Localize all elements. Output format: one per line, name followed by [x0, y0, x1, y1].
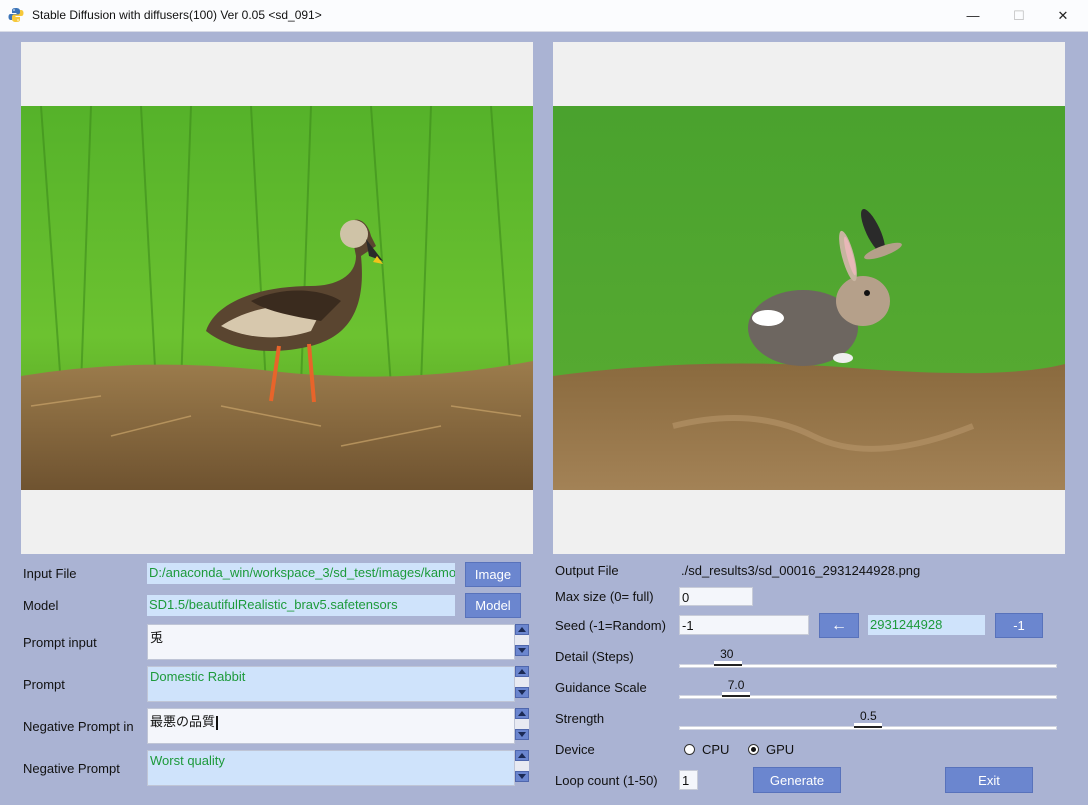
strength-label: Strength [555, 711, 605, 726]
input-file-field[interactable]: D:/anaconda_win/workspace_3/sd_test/imag… [147, 563, 455, 584]
output-file-label: Output File [555, 563, 619, 578]
seed-input[interactable]: -1 [679, 615, 809, 635]
scroll-up-arrow-icon[interactable] [515, 750, 529, 761]
prompt-label: Prompt [23, 677, 65, 692]
steps-slider-thumb[interactable] [714, 661, 743, 666]
maximize-button[interactable]: ☐ [996, 0, 1042, 31]
prompt-textarea[interactable]: Domestic Rabbit [147, 666, 515, 702]
prompt-scrollbar[interactable] [515, 666, 529, 698]
scroll-down-arrow-icon[interactable] [515, 729, 529, 740]
seed-random-button[interactable]: -1 [995, 613, 1043, 638]
input-file-label: Input File [23, 566, 77, 581]
input-image-duck [21, 106, 533, 490]
window-title: Stable Diffusion with diffusers(100) Ver… [32, 8, 322, 22]
scroll-up-arrow-icon[interactable] [515, 708, 529, 719]
output-image-panel [553, 42, 1065, 554]
minimize-button[interactable]: — [950, 0, 996, 31]
device-cpu-radio[interactable] [684, 744, 695, 755]
max-size-input[interactable]: 0 [679, 587, 753, 606]
scroll-up-arrow-icon[interactable] [515, 624, 529, 635]
negative-prompt-input-textarea[interactable]: 最悪の品質 [147, 708, 515, 744]
loop-count-label: Loop count (1-50) [555, 773, 658, 788]
python-logo-icon [8, 8, 24, 22]
scroll-down-arrow-icon[interactable] [515, 687, 529, 698]
negative-prompt-textarea[interactable]: Worst quality [147, 750, 515, 786]
seed-copy-arrow-button[interactable]: ← [819, 613, 859, 638]
device-gpu-radio[interactable] [748, 744, 759, 755]
model-label: Model [23, 598, 59, 613]
close-button[interactable]: ✕ [1040, 0, 1086, 31]
negative-prompt-scrollbar[interactable] [515, 750, 529, 782]
guidance-label: Guidance Scale [555, 680, 647, 695]
prompt-input-scrollbar[interactable] [515, 624, 529, 656]
scroll-down-arrow-icon[interactable] [515, 645, 529, 656]
loop-count-input[interactable]: 1 [679, 770, 698, 790]
input-image-panel [21, 42, 533, 554]
strength-slider-thumb[interactable] [854, 723, 882, 728]
max-size-label: Max size (0= full) [555, 589, 654, 604]
output-file-value: ./sd_results3/sd_00016_2931244928.png [681, 563, 921, 578]
seed-result-field[interactable]: 2931244928 [868, 615, 985, 635]
device-gpu-label[interactable]: GPU [766, 742, 794, 757]
prompt-input-textarea[interactable]: 兎 [147, 624, 515, 660]
negative-prompt-input-text: 最悪の品質 [150, 714, 216, 729]
title-bar: Stable Diffusion with diffusers(100) Ver… [0, 0, 1088, 32]
exit-button[interactable]: Exit [945, 767, 1033, 793]
strength-value: 0.5 [860, 709, 877, 723]
output-image-rabbit [553, 106, 1065, 490]
seed-label: Seed (-1=Random) [555, 618, 666, 633]
scroll-down-arrow-icon[interactable] [515, 771, 529, 782]
negative-prompt-input-scrollbar[interactable] [515, 708, 529, 740]
scroll-up-arrow-icon[interactable] [515, 666, 529, 677]
device-cpu-label[interactable]: CPU [702, 742, 729, 757]
steps-label: Detail (Steps) [555, 649, 634, 664]
text-cursor [216, 715, 219, 730]
steps-value: 30 [720, 647, 734, 661]
device-label: Device [555, 742, 595, 757]
image-button[interactable]: Image [465, 562, 521, 587]
guidance-value: 7.0 [727, 678, 745, 692]
prompt-input-label: Prompt input [23, 635, 97, 650]
negative-prompt-input-label: Negative Prompt in [23, 719, 134, 734]
generate-button[interactable]: Generate [753, 767, 841, 793]
negative-prompt-label: Negative Prompt [23, 761, 120, 776]
model-button[interactable]: Model [465, 593, 521, 618]
model-field[interactable]: SD1.5/beautifulRealistic_brav5.safetenso… [147, 595, 455, 616]
guidance-slider-thumb[interactable] [721, 692, 750, 697]
